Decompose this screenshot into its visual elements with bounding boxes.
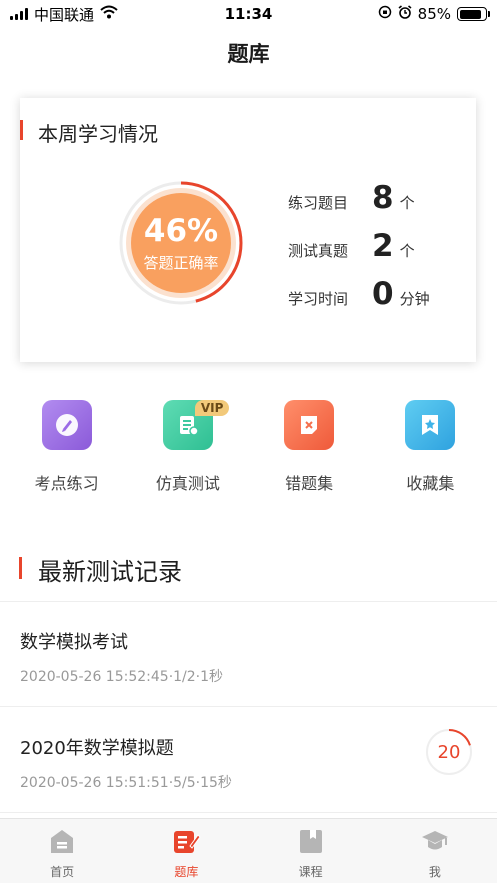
divider [0,812,497,813]
weekly-stats: 练习题目 8 个 测试真题 2 个 学习时间 0 分钟 [288,180,430,324]
action-label: 收藏集 [406,474,455,493]
tab-label: 我 [428,865,441,879]
carrier-label: 中国联通 [34,5,95,24]
divider [0,601,497,602]
rotation-lock-icon [378,5,392,23]
record-item[interactable]: 数学模拟考试 2020-05-26 15:52:45·1/2·1秒 [20,628,477,686]
stat-label: 学习时间 [288,290,349,308]
stat-value: 2 [372,228,394,264]
accuracy-label: 答题正确率 [143,253,219,272]
stat-label: 练习题目 [288,194,349,212]
question-bank-icon [171,827,202,859]
stat-practice: 练习题目 8 个 [288,180,430,228]
score-value: 20 [437,741,461,763]
record-item[interactable]: 2020年数学模拟题 2020-05-26 15:51:51·5/5·15秒 2… [20,729,477,792]
action-label: 错题集 [285,474,334,493]
page-title: 题库 [227,42,270,66]
home-icon [47,827,77,859]
wrong-answer-icon [284,400,335,450]
star-bookmark-icon [405,400,456,450]
status-bar: 中国联通 11:34 85% [0,0,497,28]
wifi-icon [100,5,118,23]
stat-real-tests: 测试真题 2 个 [288,228,430,276]
tab-home[interactable]: 首页 [0,819,124,883]
profile-cap-icon [420,827,450,859]
action-label: 仿真测试 [155,474,220,493]
stat-unit: 分钟 [399,290,430,308]
weekly-summary-card: 本周学习情况 46% 答题正确率 练习题目 8 个 测试真题 2 个 学习时间 … [20,98,476,362]
score-ring: 20 [425,728,473,776]
course-icon [296,827,326,859]
tab-me[interactable]: 我 [373,819,497,883]
record-meta: 2020-05-26 15:51:51·5/5·15秒 [20,775,232,791]
battery-icon [457,7,490,21]
stat-value: 0 [372,276,394,312]
stat-label: 测试真题 [288,242,349,260]
stat-unit: 个 [399,194,415,212]
vip-badge: VIP [194,400,230,416]
stat-unit: 个 [399,242,415,260]
stat-study-time: 学习时间 0 分钟 [288,276,430,324]
signal-icon [10,8,28,20]
quick-actions: 考点练习 VIP 仿真测试 错题集 收藏集 [0,400,497,494]
accuracy-percent: 46% [143,212,219,249]
action-wrong-questions[interactable]: 错题集 [259,400,359,494]
card-title-accent [20,120,23,140]
action-label: 考点练习 [34,474,99,493]
divider [0,706,497,707]
tab-courses[interactable]: 课程 [249,819,373,883]
section-title-accent [19,557,22,579]
tab-bar: 首页 题库 课程 我 [0,818,497,883]
card-title: 本周学习情况 [38,122,158,146]
record-name: 2020年数学模拟题 [20,738,174,759]
tab-label: 课程 [298,865,323,879]
accuracy-ring: 46% 答题正确率 [118,180,244,306]
action-favorites[interactable]: 收藏集 [380,400,480,494]
tab-label: 首页 [50,865,75,879]
pencil-icon [41,400,92,450]
stat-value: 8 [372,180,394,216]
alarm-icon [398,5,412,23]
record-name: 数学模拟考试 [20,632,128,653]
section-title: 最新测试记录 [38,558,182,586]
action-topic-practice[interactable]: 考点练习 [17,400,117,494]
action-mock-test[interactable]: VIP 仿真测试 [138,400,238,494]
battery-percent: 85% [417,5,451,23]
tab-label: 题库 [174,865,199,879]
tab-question-bank[interactable]: 题库 [124,819,248,883]
record-meta: 2020-05-26 15:52:45·1/2·1秒 [20,669,224,685]
